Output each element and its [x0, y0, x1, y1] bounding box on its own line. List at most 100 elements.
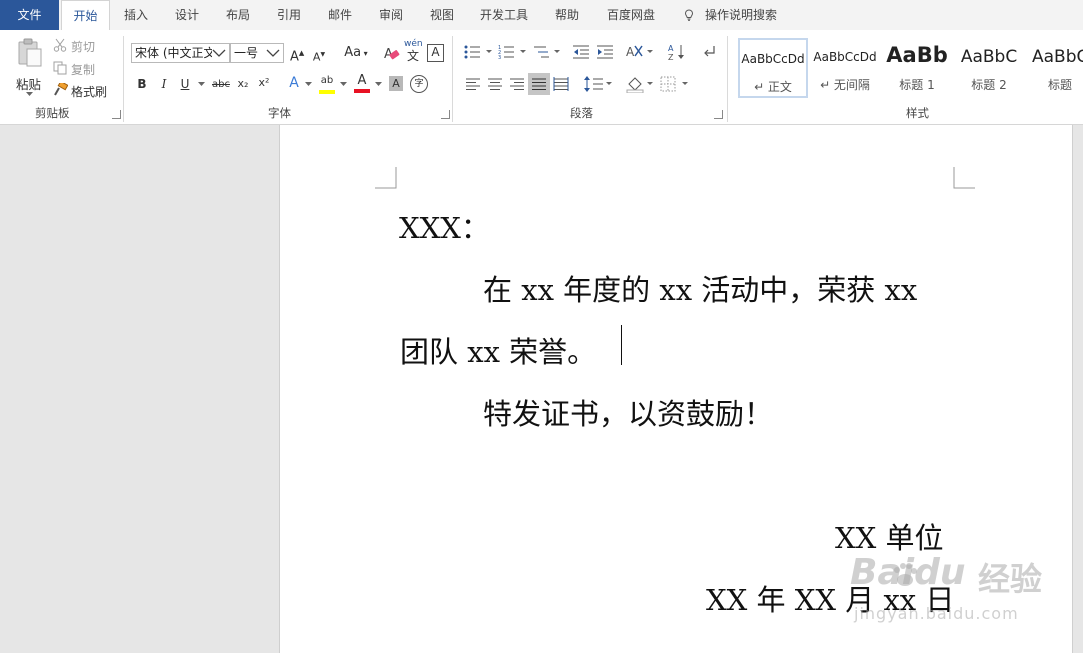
font-color-button[interactable]: A	[354, 73, 370, 93]
change-case-button[interactable]: Aa ▾	[341, 45, 371, 62]
lightbulb-icon	[684, 9, 694, 21]
strikethrough-button[interactable]: abc	[210, 77, 232, 93]
paragraph-group-label: 段落	[570, 106, 593, 120]
style-normal[interactable]: AaBbCcDd ↵ 正文	[738, 38, 808, 98]
decrease-indent-icon[interactable]	[572, 44, 590, 60]
style-title[interactable]: AaBbC 标题	[1026, 38, 1083, 98]
align-left-icon[interactable]	[465, 77, 481, 91]
font-size-dropdown[interactable]: 一号	[230, 43, 284, 63]
copy-button[interactable]: 复制	[53, 60, 113, 78]
salutation-text[interactable]: XXX：	[399, 205, 490, 247]
character-shading-button[interactable]: A	[389, 76, 403, 91]
subscript-button[interactable]: x₂	[236, 76, 250, 92]
cut-button[interactable]: 剪切	[53, 37, 113, 55]
distributed-icon[interactable]	[553, 77, 569, 91]
shading-icon[interactable]	[626, 75, 654, 93]
numbering-icon[interactable]: 123	[498, 44, 526, 60]
tab-mailings[interactable]: 邮件	[317, 0, 363, 30]
chevron-down-icon	[212, 47, 226, 59]
font-name-dropdown[interactable]: 宋体 (中文正文	[131, 43, 230, 63]
sort-icon[interactable]: AZ	[668, 43, 686, 61]
text-effects-button[interactable]: A	[287, 75, 301, 91]
chevron-down-icon	[266, 49, 280, 57]
chevron-down-icon[interactable]	[198, 82, 205, 87]
align-right-icon[interactable]	[509, 77, 525, 91]
chevron-down-icon	[26, 92, 33, 96]
style-heading-2[interactable]: AaBbC 标题 2	[954, 38, 1024, 98]
grow-font-glyph: A	[290, 49, 299, 65]
format-painter-label: 格式刷	[71, 85, 108, 99]
tab-references[interactable]: 引用	[266, 0, 312, 30]
styles-group-label: 样式	[906, 106, 929, 120]
svg-text:A: A	[626, 45, 635, 59]
highlight-button[interactable]: ab	[318, 73, 336, 94]
style-sample: AaBb	[886, 43, 948, 67]
clear-formatting-icon[interactable]: A	[383, 44, 401, 62]
tab-insert[interactable]: 插入	[113, 0, 159, 30]
tell-me-label: 操作说明搜索	[705, 8, 778, 22]
shrink-font-button[interactable]: A▼	[312, 47, 326, 66]
style-name: ↵ 正文	[754, 80, 792, 94]
watermark-cn: 经验	[978, 560, 1043, 598]
tab-developer[interactable]: 开发工具	[470, 0, 538, 30]
watermark-url: jingyan.baidu.com	[854, 604, 1019, 623]
style-name: 标题 2	[971, 78, 1007, 92]
body-line-1[interactable]: 在 xx 年度的 xx 活动中，荣获 xx	[483, 267, 917, 309]
character-border-button[interactable]: A	[427, 44, 444, 62]
ribbon-tab-bar: 文件 开始 插入 设计 布局 引用 邮件 审阅 视图 开发工具 帮助 百度网盘 …	[0, 0, 1083, 30]
borders-icon[interactable]	[660, 76, 690, 92]
tab-design[interactable]: 设计	[164, 0, 210, 30]
italic-button[interactable]: I	[158, 76, 170, 92]
tab-baidu-netdisk[interactable]: 百度网盘	[596, 0, 666, 30]
enclose-characters-button[interactable]: 字	[410, 75, 428, 93]
font-dialog-launcher[interactable]	[441, 110, 450, 119]
paste-label: 粘贴	[16, 77, 42, 92]
show-paragraph-marks-icon[interactable]	[702, 44, 716, 60]
tab-review[interactable]: 审阅	[368, 0, 414, 30]
format-painter-button[interactable]: 格式刷	[53, 82, 113, 100]
body-line-3[interactable]: 特发证书，以资鼓励！	[483, 391, 773, 433]
style-sample: AaBbCcDd	[813, 50, 877, 64]
underline-button[interactable]: U	[179, 76, 191, 92]
chevron-down-icon[interactable]	[375, 82, 382, 87]
chinese-layout-icon[interactable]: A	[626, 44, 654, 60]
style-name: ↵ 无间隔	[820, 78, 870, 92]
phonetic-guide-button[interactable]: wén 文	[404, 40, 423, 64]
font-color-bar	[354, 89, 370, 93]
multilevel-list-icon[interactable]	[532, 44, 560, 60]
increase-indent-icon[interactable]	[596, 44, 614, 60]
scissors-icon	[53, 38, 67, 52]
group-divider	[727, 36, 728, 122]
clipboard-dialog-launcher[interactable]	[112, 110, 121, 119]
style-sample: AaBbC	[1032, 47, 1083, 67]
format-painter-icon	[54, 83, 68, 96]
justify-button[interactable]	[528, 73, 550, 95]
align-center-icon[interactable]	[487, 77, 503, 91]
bold-button[interactable]: B	[136, 76, 148, 92]
grow-font-button[interactable]: A▲	[290, 45, 304, 65]
font-size-value: 一号	[234, 46, 259, 60]
style-heading-1[interactable]: AaBb 标题 1	[882, 38, 952, 98]
tab-help[interactable]: 帮助	[544, 0, 590, 30]
style-no-spacing[interactable]: AaBbCcDd ↵ 无间隔	[810, 38, 880, 98]
tab-layout[interactable]: 布局	[215, 0, 261, 30]
superscript-button[interactable]: x²	[257, 75, 271, 91]
tab-view[interactable]: 视图	[419, 0, 465, 30]
paw-icon	[894, 563, 917, 586]
style-sample: AaBbCcDd	[741, 52, 805, 66]
chevron-down-icon[interactable]	[340, 82, 347, 87]
cut-label: 剪切	[71, 40, 96, 54]
line-spacing-icon[interactable]	[584, 76, 612, 92]
paste-button[interactable]: 粘贴	[10, 36, 48, 100]
body-line-2[interactable]: 团队 xx 荣誉。	[400, 329, 596, 371]
svg-text:3: 3	[498, 55, 501, 60]
tell-me-search[interactable]: 操作说明搜索	[683, 0, 777, 30]
bullets-icon[interactable]	[464, 44, 492, 60]
tab-home[interactable]: 开始	[61, 0, 110, 30]
paste-icon	[18, 38, 42, 67]
tab-file[interactable]: 文件	[0, 0, 59, 30]
copy-icon	[53, 61, 67, 75]
chevron-down-icon[interactable]	[305, 82, 312, 87]
paragraph-dialog-launcher[interactable]	[714, 110, 723, 119]
group-divider	[452, 36, 453, 122]
